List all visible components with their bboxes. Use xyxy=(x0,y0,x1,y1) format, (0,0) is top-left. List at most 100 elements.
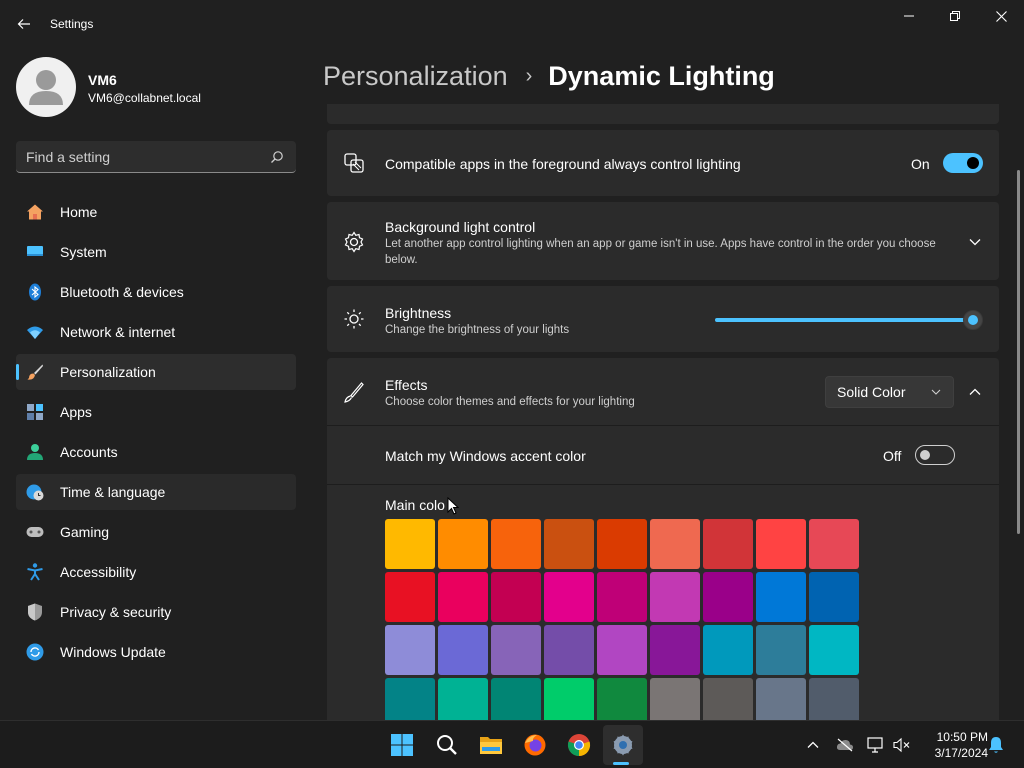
search-input[interactable] xyxy=(26,147,256,167)
breadcrumb-separator: › xyxy=(525,64,533,87)
color-swatch[interactable] xyxy=(597,519,647,569)
active-app-indicator xyxy=(613,762,629,765)
wifi-icon xyxy=(27,326,43,339)
sidebar-item-gaming[interactable]: Gaming xyxy=(16,514,296,550)
sidebar-item-label: Apps xyxy=(60,404,92,420)
sidebar-item-label: Bluetooth & devices xyxy=(60,284,184,300)
color-swatch[interactable] xyxy=(650,625,700,675)
minimize-button[interactable] xyxy=(886,0,932,32)
color-swatch[interactable] xyxy=(597,625,647,675)
sidebar-item-privacy[interactable]: Privacy & security xyxy=(16,594,296,630)
color-swatch[interactable] xyxy=(544,625,594,675)
color-swatch[interactable] xyxy=(544,678,594,720)
sidebar-item-bluetooth[interactable]: Bluetooth & devices xyxy=(16,274,296,310)
color-swatch[interactable] xyxy=(650,572,700,622)
color-swatch[interactable] xyxy=(385,572,435,622)
volume-tray-button[interactable] xyxy=(892,735,912,755)
search-box[interactable] xyxy=(16,141,296,173)
color-swatch[interactable] xyxy=(809,572,859,622)
sidebar-item-time-language[interactable]: Time & language xyxy=(16,474,296,510)
chevron-up-icon[interactable] xyxy=(969,388,981,396)
breadcrumb-parent[interactable]: Personalization xyxy=(323,61,508,92)
sidebar-item-apps[interactable]: Apps xyxy=(16,394,296,430)
color-swatch[interactable] xyxy=(491,678,541,720)
sidebar-item-windows-update[interactable]: Windows Update xyxy=(16,634,296,670)
network-tray-button[interactable] xyxy=(866,735,886,755)
color-swatch[interactable] xyxy=(544,519,594,569)
color-swatch[interactable] xyxy=(385,519,435,569)
taskbar-firefox[interactable] xyxy=(515,725,555,765)
color-swatch[interactable] xyxy=(544,572,594,622)
color-swatch[interactable] xyxy=(650,678,700,720)
restore-button[interactable] xyxy=(932,0,978,32)
color-swatch[interactable] xyxy=(491,572,541,622)
color-swatch[interactable] xyxy=(491,519,541,569)
notifications-button[interactable] xyxy=(986,735,1006,755)
taskbar-search-button[interactable] xyxy=(427,725,467,765)
background-light-card[interactable]: Background light control Let another app… xyxy=(327,202,999,280)
effects-desc: Choose color themes and effects for your… xyxy=(385,396,635,408)
cloud-offline-icon xyxy=(836,738,854,752)
clock-date: 3/17/2024 xyxy=(934,746,988,760)
color-swatch[interactable] xyxy=(756,625,806,675)
color-swatch[interactable] xyxy=(703,678,753,720)
color-swatch[interactable] xyxy=(756,572,806,622)
clock-time: 10:50 PM xyxy=(936,730,988,744)
person-icon xyxy=(29,70,63,105)
sidebar-item-personalization[interactable]: Personalization xyxy=(16,354,296,390)
color-swatch[interactable] xyxy=(703,519,753,569)
onedrive-tray-button[interactable] xyxy=(835,735,855,755)
match-accent-toggle[interactable] xyxy=(915,445,955,465)
color-swatch[interactable] xyxy=(438,519,488,569)
taskbar-chrome[interactable] xyxy=(559,725,599,765)
color-swatch[interactable] xyxy=(491,625,541,675)
scrollbar[interactable] xyxy=(1017,170,1020,534)
color-swatch[interactable] xyxy=(809,625,859,675)
brightness-slider-thumb[interactable] xyxy=(963,310,983,330)
color-swatch[interactable] xyxy=(756,519,806,569)
brightness-slider-track[interactable] xyxy=(715,318,973,322)
color-swatch[interactable] xyxy=(438,625,488,675)
sidebar-item-system[interactable]: System xyxy=(16,234,296,270)
color-swatch[interactable] xyxy=(438,678,488,720)
close-button[interactable] xyxy=(978,0,1024,32)
taskbar-settings[interactable] xyxy=(603,725,643,765)
sidebar-item-accessibility[interactable]: Accessibility xyxy=(16,554,296,590)
color-swatch[interactable] xyxy=(385,678,435,720)
back-button[interactable] xyxy=(10,10,38,38)
sun-icon xyxy=(344,309,364,329)
color-swatch[interactable] xyxy=(385,625,435,675)
toggle-knob xyxy=(967,157,979,169)
gamepad-icon xyxy=(26,527,44,537)
taskbar-file-explorer[interactable] xyxy=(471,725,511,765)
effects-dropdown[interactable]: Solid Color xyxy=(825,376,954,408)
chevron-down-icon[interactable] xyxy=(969,238,981,246)
avatar xyxy=(16,57,76,117)
shield-icon xyxy=(28,603,42,621)
foreground-toggle[interactable] xyxy=(943,153,983,173)
accessibility-icon xyxy=(27,563,43,581)
show-hidden-icons-button[interactable] xyxy=(803,735,823,755)
sidebar-item-accounts[interactable]: Accounts xyxy=(16,434,296,470)
start-button[interactable] xyxy=(382,725,422,765)
color-swatch[interactable] xyxy=(809,678,859,720)
clock[interactable]: 10:50 PM 3/17/2024 xyxy=(918,729,988,761)
color-swatch[interactable] xyxy=(650,519,700,569)
selection-indicator xyxy=(16,364,19,380)
bluetooth-icon xyxy=(29,283,41,301)
search-icon[interactable] xyxy=(270,150,284,164)
user-profile[interactable]: VM6 VM6@collabnet.local xyxy=(16,57,296,117)
color-swatch[interactable] xyxy=(703,572,753,622)
system-icon xyxy=(27,246,43,256)
color-swatch[interactable] xyxy=(756,678,806,720)
background-setting-desc: Let another app control lighting when an… xyxy=(385,238,936,266)
sidebar-item-network[interactable]: Network & internet xyxy=(16,314,296,350)
taskbar: 10:50 PM 3/17/2024 xyxy=(0,720,1024,768)
sidebar-item-home[interactable]: Home xyxy=(16,194,296,230)
color-swatch[interactable] xyxy=(597,572,647,622)
search-icon xyxy=(437,735,457,755)
color-swatch[interactable] xyxy=(809,519,859,569)
color-swatch[interactable] xyxy=(597,678,647,720)
color-swatch[interactable] xyxy=(438,572,488,622)
color-swatch[interactable] xyxy=(703,625,753,675)
